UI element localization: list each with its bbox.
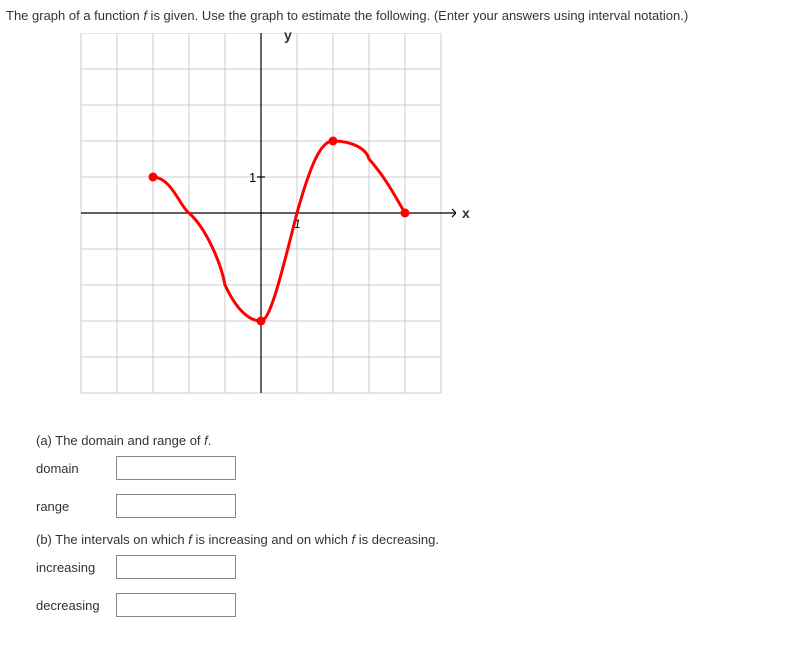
question-prompt: The graph of a function f is given. Use … — [6, 8, 787, 23]
part-a-label: (a) The domain and range of f. — [36, 433, 787, 448]
label-decreasing: decreasing — [36, 598, 116, 613]
part-b-after: is decreasing. — [355, 532, 439, 547]
domain-input[interactable] — [116, 456, 236, 480]
decreasing-input[interactable] — [116, 593, 236, 617]
curve-f — [153, 141, 405, 321]
part-a-after: . — [208, 433, 212, 448]
row-domain: domain — [36, 456, 787, 480]
increasing-input[interactable] — [116, 555, 236, 579]
row-increasing: increasing — [36, 555, 787, 579]
part-a-before: (a) The domain and range of — [36, 433, 204, 448]
part-b-mid: is increasing and on which — [192, 532, 352, 547]
y-axis-label: y — [284, 27, 292, 43]
part-b-before: (b) The intervals on which — [36, 532, 188, 547]
row-range: range — [36, 494, 787, 518]
graph-svg: 1 1 — [66, 33, 456, 403]
x-axis-label: x — [462, 205, 470, 221]
local-max — [329, 137, 338, 146]
local-min — [257, 317, 266, 326]
right-endpoint — [401, 209, 410, 218]
range-input[interactable] — [116, 494, 236, 518]
part-b-label: (b) The intervals on which f is increasi… — [36, 532, 787, 547]
graph: y x 1 1 — [66, 33, 466, 413]
label-range: range — [36, 499, 116, 514]
label-increasing: increasing — [36, 560, 116, 575]
label-domain: domain — [36, 461, 116, 476]
left-endpoint — [149, 173, 158, 182]
y-tick-1: 1 — [249, 170, 256, 185]
row-decreasing: decreasing — [36, 593, 787, 617]
prompt-before: The graph of a function — [6, 8, 143, 23]
prompt-after: is given. Use the graph to estimate the … — [147, 8, 688, 23]
axes — [81, 33, 456, 393]
